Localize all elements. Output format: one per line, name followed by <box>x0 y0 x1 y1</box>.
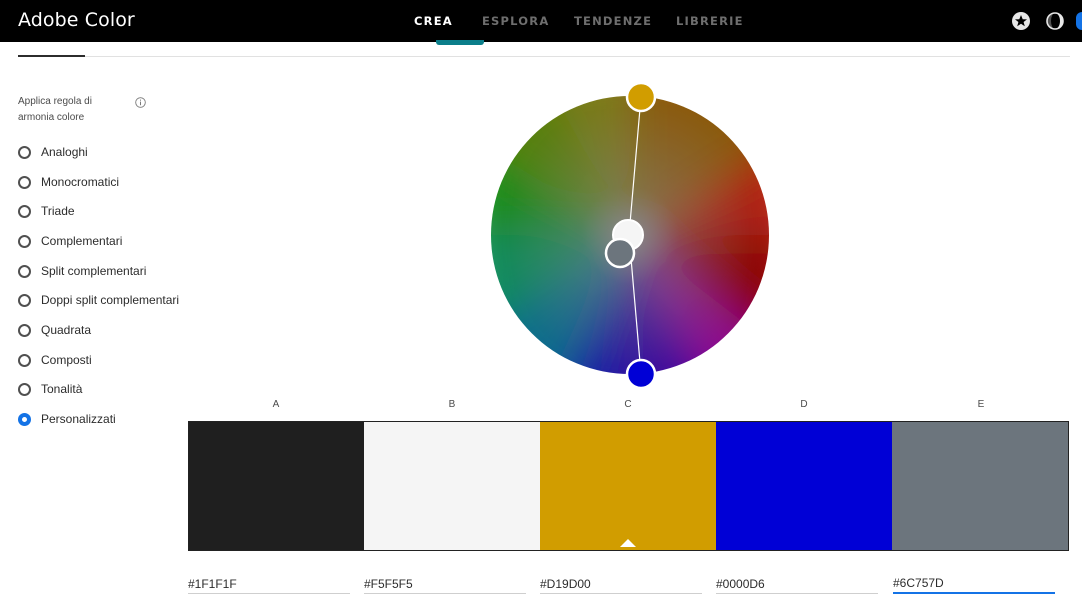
radio-button-selected[interactable] <box>18 412 31 426</box>
color-handle-c[interactable] <box>625 81 657 113</box>
radio-button[interactable] <box>18 175 31 189</box>
harmony-option-split-complementari[interactable]: Split complementari <box>18 262 146 280</box>
harmony-option-composti[interactable]: Composti <box>18 351 92 369</box>
color-swatch-e[interactable] <box>892 421 1069 551</box>
hex-input-e[interactable] <box>893 574 1055 594</box>
color-handle-e[interactable] <box>604 237 636 269</box>
radio-button[interactable] <box>18 293 31 307</box>
harmony-option-label: Analoghi <box>41 145 88 159</box>
active-tab-indicator <box>436 40 484 45</box>
harmony-option-label: Triade <box>41 204 75 218</box>
harmony-option-tonalita[interactable]: Tonalità <box>18 380 82 398</box>
radio-button[interactable] <box>18 382 31 396</box>
tab-librerie[interactable]: LIBRERIE <box>676 14 744 28</box>
hex-input-a[interactable] <box>188 574 350 594</box>
harmony-option-label: Tonalità <box>41 382 83 396</box>
harmony-option-label: Complementari <box>41 234 123 248</box>
swatch-letter-b: B <box>448 399 456 410</box>
harmony-option-personalizzati[interactable]: Personalizzati <box>18 410 116 428</box>
color-handle-d[interactable] <box>625 358 657 390</box>
harmony-option-label: Quadrata <box>41 323 92 337</box>
star-icon[interactable] <box>1011 11 1031 31</box>
swatch-letter-a: A <box>272 399 280 410</box>
user-avatar[interactable] <box>1076 12 1082 30</box>
harmony-option-analoghi[interactable]: Analoghi <box>18 143 88 161</box>
harmony-rule-heading: Applica regola di armonia colore <box>18 96 92 123</box>
radio-button[interactable] <box>18 353 31 367</box>
harmony-option-label: Composti <box>41 353 92 367</box>
swatch-letter-e: E <box>977 399 985 410</box>
hex-input-c[interactable] <box>540 574 702 594</box>
radio-button[interactable] <box>18 264 31 278</box>
harmony-option-quadrata[interactable]: Quadrata <box>18 321 91 339</box>
sub-header-divider <box>18 56 1070 57</box>
harmony-option-monocromatici[interactable]: Monocromatici <box>18 173 119 191</box>
harmony-option-label: Monocromatici <box>41 175 120 189</box>
harmony-option-doppi-split-complementari[interactable]: Doppi split complementari <box>18 291 179 309</box>
color-swatch-b[interactable] <box>364 421 540 551</box>
tab-crea[interactable]: CREA <box>414 14 453 28</box>
harmony-option-label: Split complementari <box>41 264 147 278</box>
harmony-option-triade[interactable]: Triade <box>18 202 75 220</box>
radio-button[interactable] <box>18 145 31 159</box>
top-navigation-bar: Adobe Color CREA ESPLORA TENDENZE LIBRER… <box>0 0 1082 42</box>
sub-header-active-marker <box>18 55 85 57</box>
color-swatch-a[interactable] <box>188 421 364 551</box>
hex-input-b[interactable] <box>364 574 526 594</box>
color-swatch-d[interactable] <box>716 421 892 551</box>
info-icon[interactable] <box>135 97 146 108</box>
swatch-letter-d: D <box>800 399 808 410</box>
harmony-option-label: Doppi split complementari <box>41 293 180 307</box>
tab-esplora[interactable]: ESPLORA <box>482 14 549 28</box>
swatch-letter-c: C <box>624 399 632 410</box>
color-swatch-c[interactable] <box>540 421 716 551</box>
harmony-option-complementari[interactable]: Complementari <box>18 232 122 250</box>
radio-button[interactable] <box>18 204 31 218</box>
theme-toggle-icon[interactable] <box>1045 11 1065 31</box>
color-wheel[interactable] <box>470 78 790 398</box>
base-color-marker-icon <box>620 539 636 547</box>
radio-button[interactable] <box>18 234 31 248</box>
radio-button[interactable] <box>18 323 31 337</box>
app-title[interactable]: Adobe Color <box>18 9 135 31</box>
hex-input-d[interactable] <box>716 574 878 594</box>
tab-tendenze[interactable]: TENDENZE <box>574 14 652 28</box>
harmony-option-label: Personalizzati <box>41 412 116 426</box>
